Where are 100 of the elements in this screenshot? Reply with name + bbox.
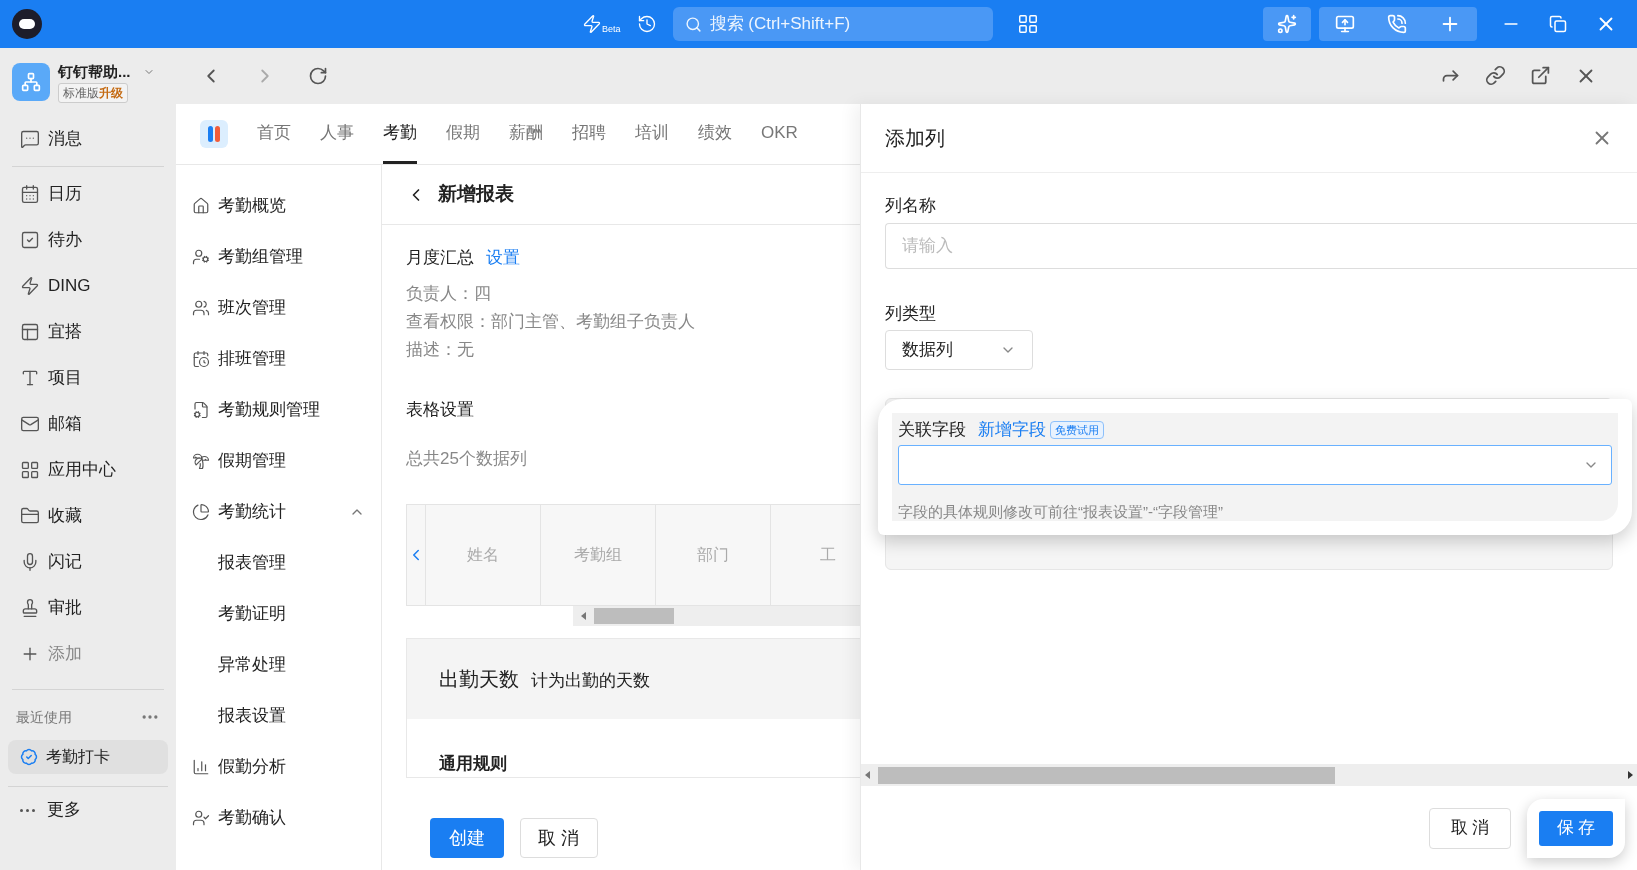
- upgrade-link[interactable]: 升级: [99, 84, 123, 103]
- apps-icon: [1016, 13, 1039, 35]
- folder-icon: [20, 506, 40, 526]
- sidebar-item[interactable]: 消息: [8, 116, 168, 162]
- nav-subitem[interactable]: 异常处理: [192, 639, 365, 690]
- nav-item[interactable]: 考勤确认: [192, 792, 365, 843]
- rule-description: 计为出勤的天数: [531, 669, 650, 692]
- column-header: 姓名: [426, 504, 541, 605]
- checkbox-icon: [20, 230, 40, 250]
- nav-tab[interactable]: OKR: [761, 104, 798, 164]
- history-icon: [636, 14, 657, 34]
- panel-icon: [20, 322, 40, 342]
- column-header: 部门: [656, 504, 771, 605]
- nav-tab[interactable]: 考勤: [383, 104, 417, 164]
- search-icon: [684, 15, 702, 33]
- sidebar-item[interactable]: 收藏: [8, 493, 168, 539]
- nav-subitem[interactable]: 报表管理: [192, 537, 365, 588]
- beta-button[interactable]: Beta: [582, 14, 621, 34]
- save-button[interactable]: 保 存: [1539, 810, 1613, 846]
- user-icon: [192, 247, 210, 266]
- input-field[interactable]: 请输入: [885, 222, 1637, 269]
- nav-tab[interactable]: 薪酬: [509, 104, 543, 164]
- sidebar-item[interactable]: 宜搭: [8, 309, 168, 355]
- pie-chart-icon: [192, 502, 210, 521]
- recent-item[interactable]: 考勤打卡: [8, 740, 168, 774]
- screen-share-icon[interactable]: [1335, 14, 1355, 34]
- field-label: 列名称: [885, 195, 937, 217]
- nav-item[interactable]: 考勤组管理: [192, 231, 365, 282]
- more-item[interactable]: 更多: [8, 787, 168, 833]
- settings-link[interactable]: 设置: [486, 245, 520, 271]
- palm-tree-icon: [192, 451, 210, 470]
- nav-item[interactable]: 假勤分析: [192, 741, 365, 792]
- calendar-icon: [20, 184, 40, 204]
- cancel-button[interactable]: 取 消: [520, 818, 598, 858]
- message-icon: [20, 129, 40, 149]
- link-icon[interactable]: [1485, 65, 1506, 86]
- phone-icon[interactable]: [1387, 14, 1407, 34]
- ai-button[interactable]: [1263, 7, 1311, 41]
- dialog-title: 添加列: [885, 126, 945, 151]
- sidebar-item[interactable]: 日历: [8, 171, 168, 217]
- hint-text: 字段的具体规则修改可前往“报表设置”-“字段管理”: [898, 501, 1224, 522]
- lightning-icon: [20, 276, 40, 296]
- more-icon: [20, 808, 35, 812]
- detail-text: 负责人：四: [406, 282, 492, 305]
- detail-text: 描述：无: [406, 338, 475, 361]
- type-select[interactable]: 数据列: [885, 330, 1033, 370]
- stamp-icon: [20, 598, 40, 618]
- app-logo[interactable]: [12, 9, 42, 39]
- nav-item[interactable]: 考勤规则管理: [192, 384, 365, 435]
- scrollbar[interactable]: [861, 764, 1637, 786]
- rule-title: 出勤天数: [439, 666, 519, 692]
- sidebar-item[interactable]: 应用中心: [8, 447, 168, 493]
- grid-icon: [20, 460, 40, 480]
- bar-chart-icon: [192, 757, 210, 776]
- check-badge-icon: [20, 748, 38, 766]
- user-check-icon: [192, 808, 210, 827]
- restore-icon[interactable]: [1549, 15, 1567, 33]
- sidebar-item[interactable]: 邮箱: [8, 401, 168, 447]
- calendar-clock-icon: [192, 349, 210, 368]
- nav-item[interactable]: 考勤统计: [192, 486, 365, 537]
- nav-tab[interactable]: 绩效: [698, 104, 732, 164]
- edition-label: 标准版: [63, 85, 99, 103]
- recent-label: 最近使用: [16, 707, 72, 727]
- rule-section: 通用规则: [407, 718, 860, 776]
- trial-badge: 免费试用: [1050, 420, 1104, 439]
- add-field-link[interactable]: 新增字段: [978, 417, 1046, 443]
- sidebar-item[interactable]: 项目: [8, 355, 168, 401]
- nav-item[interactable]: 班次管理: [192, 282, 365, 333]
- field-label: 列类型: [885, 302, 937, 325]
- section-title: 表格设置: [406, 398, 475, 421]
- summary-name: 月度汇总: [406, 247, 474, 269]
- nav-tab[interactable]: 培训: [635, 104, 669, 164]
- mail-icon: [20, 414, 40, 434]
- nav-subitem[interactable]: 报表设置: [192, 690, 365, 741]
- workspace-name[interactable]: 钉钉帮助...: [58, 60, 131, 84]
- nav-tab[interactable]: 假期: [446, 104, 480, 164]
- detail-text: 查看权限：部门主管、考勤组子负责人: [406, 310, 696, 333]
- column-header: 考勤组: [541, 504, 656, 605]
- file-gear-icon: [192, 400, 210, 419]
- column-count: 总共25个数据列: [406, 448, 528, 470]
- sidebar-item[interactable]: DING: [8, 263, 168, 309]
- page-title: 新增报表: [438, 182, 514, 207]
- nav-item[interactable]: 假期管理: [192, 435, 365, 486]
- scrollbar[interactable]: [573, 605, 860, 626]
- workspace-avatar[interactable]: [12, 63, 50, 101]
- field-label: 关联字段: [898, 419, 966, 441]
- create-button[interactable]: 创建: [430, 818, 504, 858]
- sidebar-item[interactable]: 审批: [8, 585, 168, 631]
- sidebar-item[interactable]: 闪记: [8, 539, 168, 585]
- nav-tab[interactable]: 招聘: [572, 104, 606, 164]
- sidebar-item[interactable]: 待办: [8, 217, 168, 263]
- nav-subitem[interactable]: 考勤证明: [192, 588, 365, 639]
- nav-item[interactable]: 排班管理: [192, 333, 365, 384]
- cancel-button[interactable]: 取 消: [1429, 807, 1511, 849]
- refresh-icon[interactable]: [308, 66, 328, 86]
- nav-tab[interactable]: 首页: [257, 104, 291, 164]
- open-window-icon[interactable]: [1530, 65, 1551, 86]
- nav-tab[interactable]: 人事: [320, 104, 354, 164]
- field-select[interactable]: [898, 444, 1612, 485]
- nav-item[interactable]: 考勤概览: [192, 180, 365, 231]
